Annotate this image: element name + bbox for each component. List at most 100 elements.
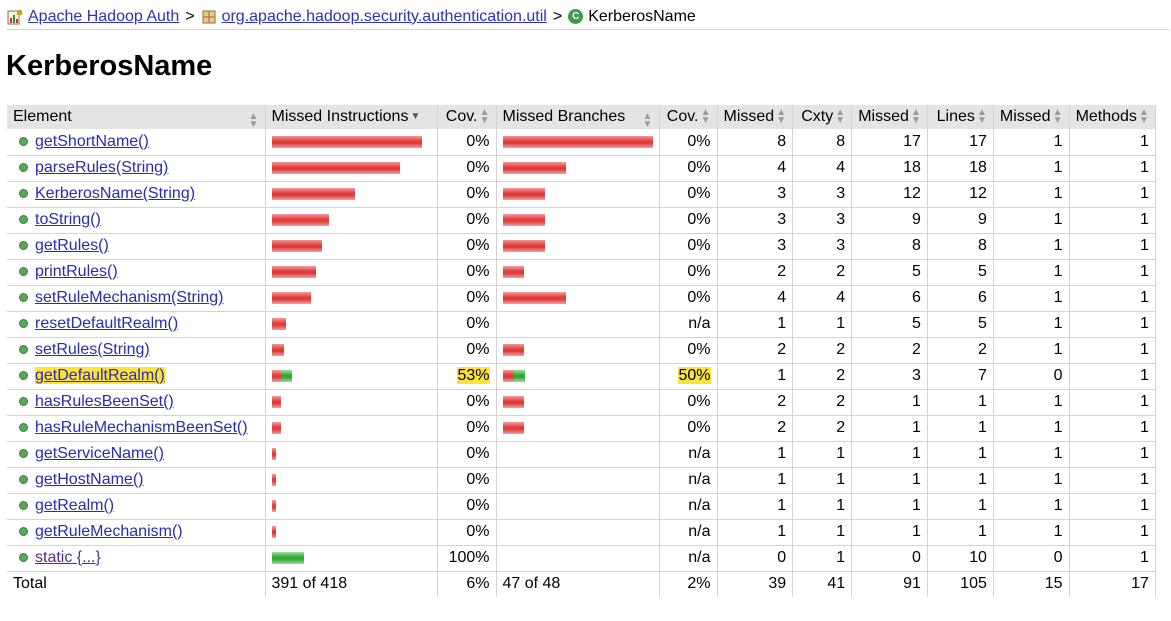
missed-bar [271,473,276,486]
branches-bar-cell [496,415,660,442]
method-link[interactable]: setRuleMechanism(String) [35,289,224,306]
lines-cell: 8 [927,233,994,260]
branches-bar-cell [496,519,660,546]
missed-bar [271,395,281,408]
branches-coverage: n/a [659,519,718,546]
sort-icon: ▲ ▼ [248,111,259,130]
coverage-value: 0% [687,393,711,410]
header-missed-cxty[interactable]: Missed ▲ ▼ [717,105,794,129]
method-link[interactable]: hasRulesBeenSet() [35,393,174,410]
method-link[interactable]: setRules(String) [35,341,150,358]
lines-cell: 1 [927,415,994,442]
method-icon [19,423,28,433]
instructions-bar-cell [265,285,438,312]
missed-cxty-cell: 4 [717,155,794,182]
branches-coverage: 0% [659,389,718,416]
coverage-value: 53% [457,367,490,384]
missed-cxty-cell: 3 [717,181,794,208]
methods-cell: 1 [1069,545,1156,572]
branches-bar-cell [496,545,660,572]
header-missed-lines[interactable]: Missed ▲ ▼ [851,105,928,129]
coverage-value: 0% [466,185,490,202]
lines-cell: 12 [927,181,994,208]
method-icon [19,189,28,199]
missed-bar [271,187,355,200]
lines-cell: 1 [927,519,994,546]
branches-bar-cell [496,155,660,182]
missed-lines-cell: 1 [851,467,928,494]
header-cxty[interactable]: Cxty ▲ ▼ [792,105,853,129]
coverage-value: 0% [466,263,490,280]
instructions-coverage: 0% [437,493,497,520]
method-link[interactable]: getDefaultRealm() [35,367,165,384]
branches-coverage: 0% [659,259,718,286]
lines-cell: 1 [927,389,994,416]
breadcrumb-package-link[interactable]: org.apache.hadoop.security.authenticatio… [222,8,547,26]
method-link[interactable]: resetDefaultRealm() [35,315,178,332]
table-row: getHostName() 0% n/a 1 1 1 1 1 1 [7,467,1156,494]
branches-coverage: n/a [659,311,718,338]
missed-cxty-cell: 1 [717,493,794,520]
missed-methods-cell: 1 [993,337,1070,364]
missed-methods-cell: 1 [993,519,1070,546]
method-link[interactable]: getRuleMechanism() [35,523,183,540]
coverage-value: n/a [688,497,711,514]
header-lines[interactable]: Lines ▲ ▼ [927,105,994,129]
instructions-bar-cell [265,337,438,364]
method-link[interactable]: getServiceName() [35,445,164,462]
header-missed-instructions[interactable]: Missed Instructions ▼ [265,105,438,129]
sort-icon: ▲ ▼ [835,106,846,126]
method-link[interactable]: KerberosName(String) [35,185,195,202]
coverage-value: 0% [466,237,490,254]
coverage-value: 0% [687,341,711,358]
method-link[interactable]: getShortName() [35,133,149,150]
header-element[interactable]: Element ▲ ▼ [7,105,266,130]
method-link[interactable]: parseRules(String) [35,159,168,176]
coverage-value: n/a [688,471,711,488]
method-link[interactable]: getHostName() [35,471,143,488]
missed-bar [502,369,514,382]
lines-cell: 5 [927,311,994,338]
breadcrumb-root-link[interactable]: Apache Hadoop Auth [28,8,179,26]
method-link[interactable]: getRealm() [35,497,114,514]
table-row: static {...} 100% n/a 0 1 0 10 0 1 [7,545,1156,572]
cxty-cell: 3 [792,233,853,260]
instructions-coverage: 0% [437,207,497,234]
lines-cell: 17 [927,129,994,156]
coverage-value: 0% [687,211,711,228]
header-methods[interactable]: Methods ▲ ▼ [1069,105,1156,129]
element-cell: toString() [7,207,266,234]
coverage-value: 0% [466,132,490,150]
branches-bar-cell [496,311,660,338]
method-link[interactable]: getRules() [35,237,109,254]
missed-bar [271,317,286,330]
missed-lines-cell: 1 [851,415,928,442]
missed-bar [271,291,311,304]
methods-cell: 1 [1069,415,1156,442]
coverage-value: 0% [687,159,711,176]
missed-methods-cell: 1 [993,467,1070,494]
lines-cell: 5 [927,259,994,286]
missed-methods-cell: 1 [993,207,1070,234]
missed-methods-cell: 1 [993,233,1070,260]
header-cov-instructions[interactable]: Cov. ▲ ▼ [437,105,497,129]
cxty-cell: 4 [792,155,853,182]
branches-coverage: n/a [659,441,718,468]
package-icon [201,9,217,25]
branches-bar-cell [496,337,660,364]
missed-bar [271,213,329,226]
sort-desc-icon: ▼ [410,110,421,122]
method-link[interactable]: toString() [35,211,101,228]
method-link[interactable]: static {...} [35,549,101,566]
missed-lines-cell: 6 [851,285,928,312]
header-cov-branches[interactable]: Cov. ▲ ▼ [659,105,718,129]
instructions-coverage: 0% [437,181,497,208]
method-link[interactable]: printRules() [35,263,118,280]
header-missed-branches[interactable]: Missed Branches ▲ ▼ [496,105,660,130]
total-instructions: 391 of 418 [265,571,438,597]
header-missed-methods[interactable]: Missed ▲ ▼ [993,105,1070,129]
method-link[interactable]: hasRuleMechanismBeenSet() [35,419,248,436]
instructions-coverage: 0% [437,311,497,338]
method-icon [19,449,28,459]
instructions-bar-cell [265,311,438,338]
